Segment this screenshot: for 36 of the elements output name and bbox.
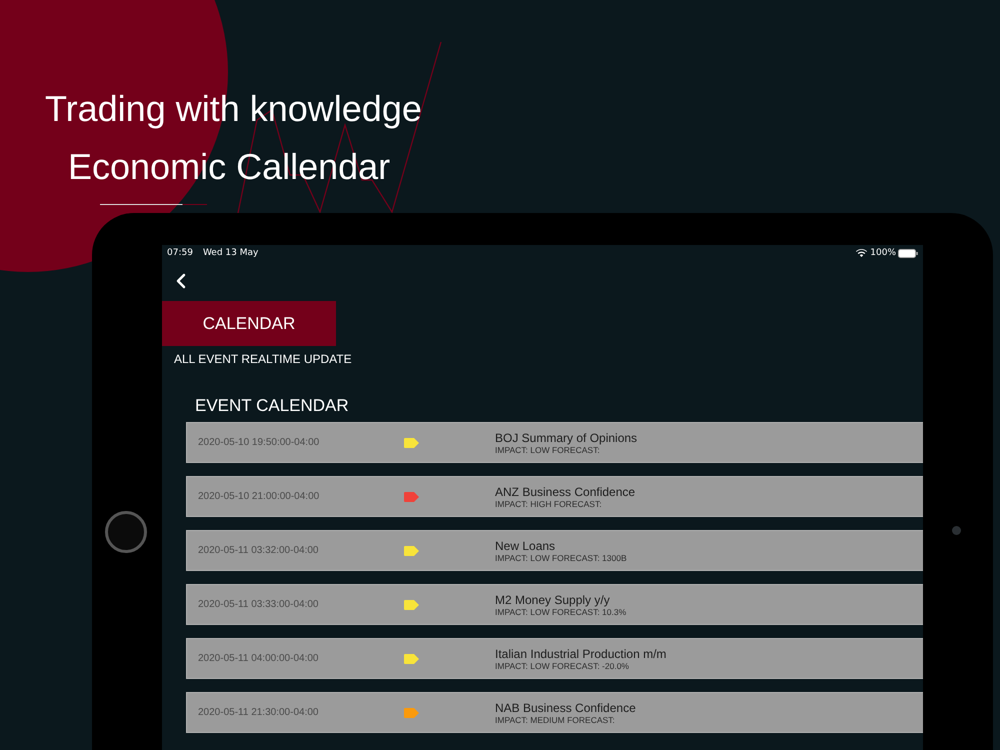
page-header: CALENDAR bbox=[162, 301, 336, 346]
event-row[interactable]: 2020-05-10 19:50:00-04:00 BOJ Summary of Opinions IMPACT: LOW FORECAST: bbox=[186, 422, 923, 463]
event-detail: IMPACT: LOW FORECAST: bbox=[495, 444, 601, 454]
event-detail: IMPACT: HIGH FORECAST: bbox=[495, 498, 603, 508]
event-title: M2 Money Supply y/y bbox=[495, 592, 611, 606]
event-datetime: 2020-05-10 21:00:00-04:00 bbox=[198, 491, 320, 502]
event-datetime: 2020-05-11 04:00:00-04:00 bbox=[198, 653, 320, 664]
headline: Economic Callendar bbox=[68, 145, 390, 189]
event-title: BOJ Summary of Opinions bbox=[495, 430, 638, 444]
event-detail: IMPACT: LOW FORECAST: -20.0% bbox=[495, 660, 630, 670]
battery-percent: 100% bbox=[870, 248, 896, 258]
event-detail: IMPACT: LOW FORECAST: 10.3% bbox=[495, 606, 628, 616]
event-row[interactable]: 2020-05-11 04:00:00-04:00 Italian Industrial Production m/m IMPACT: LOW FORECAST: -20.0% bbox=[186, 638, 923, 679]
section-title: EVENT CALENDAR bbox=[195, 396, 350, 416]
event-title: Italian Industrial Production m/m bbox=[495, 646, 668, 660]
headline: Trading with knowledge bbox=[45, 87, 422, 131]
event-datetime: 2020-05-10 19:50:00-04:00 bbox=[198, 437, 320, 448]
status-date: Wed 13 May bbox=[202, 248, 258, 258]
event-row[interactable]: 2020-05-10 21:00:00-04:00 ANZ Business Confidence IMPACT: HIGH FORECAST: bbox=[186, 476, 923, 517]
back-button[interactable] bbox=[176, 273, 186, 289]
battery-icon bbox=[898, 248, 918, 258]
event-title: ANZ Business Confidence bbox=[495, 484, 636, 498]
event-datetime: 2020-05-11 21:30:00-04:00 bbox=[198, 707, 320, 718]
event-row[interactable]: 2020-05-11 03:33:00-04:00 M2 Money Supply y/y IMPACT: LOW FORECAST: 10.3% bbox=[186, 584, 923, 625]
event-datetime: 2020-05-11 03:32:00-04:00 bbox=[198, 545, 320, 556]
page-subtitle: ALL EVENT REALTIME UPDATE bbox=[174, 352, 353, 366]
event-row[interactable]: 2020-05-11 21:30:00-04:00 NAB Business Confidence IMPACT: MEDIUM FORECAST: bbox=[186, 692, 923, 733]
camera-icon bbox=[952, 526, 961, 535]
event-title: New Loans bbox=[495, 538, 556, 552]
status-time: 07:59 bbox=[167, 248, 193, 258]
event-datetime: 2020-05-11 03:33:00-04:00 bbox=[198, 599, 320, 610]
event-row[interactable]: 2020-05-11 03:32:00-04:00 New Loans IMPACT: LOW FORECAST: 1300B bbox=[186, 530, 923, 571]
event-detail: IMPACT: LOW FORECAST: 1300B bbox=[495, 552, 628, 562]
wifi-icon bbox=[856, 249, 868, 257]
event-title: NAB Business Confidence bbox=[495, 700, 637, 714]
event-detail: IMPACT: MEDIUM FORECAST: bbox=[495, 714, 616, 724]
